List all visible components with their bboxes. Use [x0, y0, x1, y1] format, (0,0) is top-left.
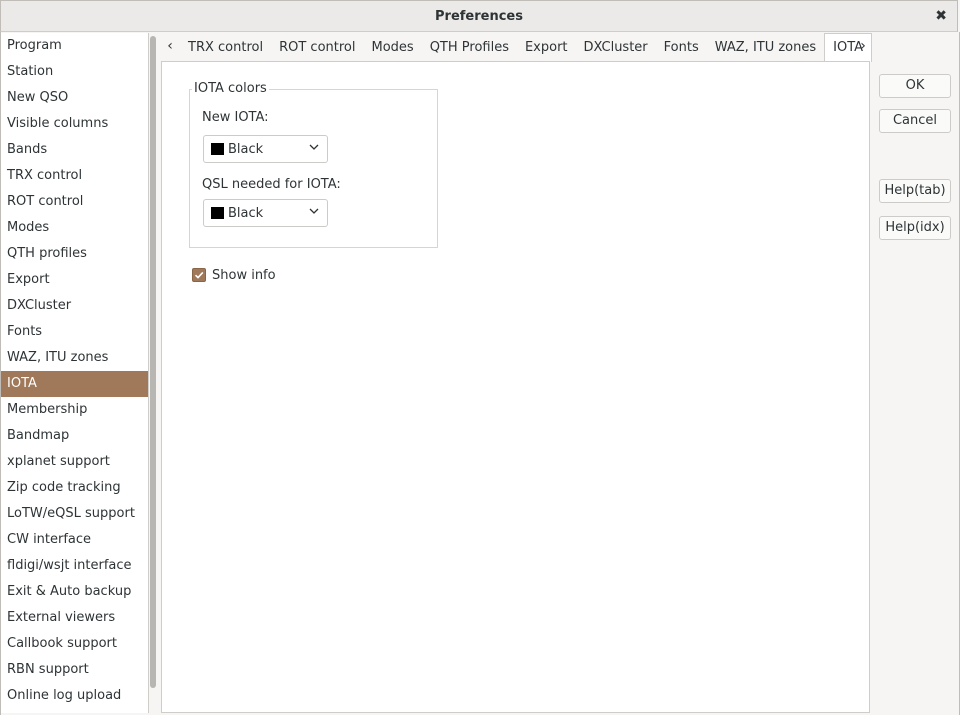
sidebar-item-zip-code-tracking[interactable]: Zip code tracking — [1, 475, 148, 501]
tab-qth-profiles[interactable]: QTH Profiles — [422, 33, 517, 61]
sidebar-item-lotw-eqsl-support[interactable]: LoTW/eQSL support — [1, 501, 148, 527]
sidebar-item-rot-control[interactable]: ROT control — [1, 189, 148, 215]
sidebar: Program Station New QSO Visible columns Band… — [1, 33, 149, 713]
tab-rot-control[interactable]: ROT control — [271, 33, 363, 61]
qsl-needed-iota-color-select[interactable]: Black — [203, 199, 328, 227]
qsl-needed-iota-color-value: Black — [228, 206, 264, 221]
tab-content-iota: IOTA colors New IOTA: Black QSL needed f… — [161, 61, 870, 713]
sidebar-item-callbook-support[interactable]: Callbook support — [1, 631, 148, 657]
chevron-down-icon — [309, 144, 319, 150]
tab-scroll-left-icon[interactable]: ‹ — [163, 37, 177, 57]
tab-waz-itu-zones[interactable]: WAZ, ITU zones — [707, 33, 824, 61]
sidebar-item-bandmap[interactable]: Bandmap — [1, 423, 148, 449]
sidebar-item-fldigi-wsjt-interface[interactable]: fldigi/wsjt interface — [1, 553, 148, 579]
sidebar-item-membership[interactable]: Membership — [1, 397, 148, 423]
tab-list: TRX control ROT control Modes QTH Profiles E… — [180, 33, 873, 62]
qsl-needed-iota-label: QSL needed for IOTA: — [202, 177, 341, 192]
tab-scroll-right-icon[interactable]: › — [856, 37, 870, 57]
show-info-checkbox[interactable] — [192, 268, 206, 282]
iota-colors-group-title: IOTA colors — [192, 81, 269, 96]
show-info-label[interactable]: Show info — [212, 268, 276, 283]
sidebar-item-fonts[interactable]: Fonts — [1, 319, 148, 345]
sidebar-item-station[interactable]: Station — [1, 59, 148, 85]
sidebar-item-rbn-support[interactable]: RBN support — [1, 657, 148, 683]
sidebar-item-dxcluster[interactable]: DXCluster — [1, 293, 148, 319]
tab-export[interactable]: Export — [517, 33, 576, 61]
chevron-down-icon — [309, 208, 319, 214]
sidebar-item-qth-profiles[interactable]: QTH profiles — [1, 241, 148, 267]
ok-button[interactable]: OK — [879, 74, 951, 98]
help-idx-button[interactable]: Help(idx) — [879, 216, 951, 240]
tab-fonts[interactable]: Fonts — [656, 33, 707, 61]
tab-dxcluster[interactable]: DXCluster — [576, 33, 656, 61]
cancel-button[interactable]: Cancel — [879, 109, 951, 133]
sidebar-item-program[interactable]: Program — [1, 33, 148, 59]
tab-bar: ‹ TRX control ROT control Modes QTH Profile… — [160, 33, 873, 62]
checkmark-icon — [194, 271, 204, 279]
sidebar-item-online-log-upload[interactable]: Online log upload — [1, 683, 148, 709]
tab-trx-control[interactable]: TRX control — [180, 33, 271, 61]
sidebar-item-cw-interface[interactable]: CW interface — [1, 527, 148, 553]
sidebar-item-external-viewers[interactable]: External viewers — [1, 605, 148, 631]
window-title: Preferences — [435, 9, 523, 24]
color-swatch — [211, 207, 224, 219]
tab-modes[interactable]: Modes — [363, 33, 421, 61]
sidebar-item-visible-columns[interactable]: Visible columns — [1, 111, 148, 137]
sidebar-item-trx-control[interactable]: TRX control — [1, 163, 148, 189]
help-tab-button[interactable]: Help(tab) — [879, 179, 951, 203]
new-iota-color-select[interactable]: Black — [203, 135, 328, 163]
new-iota-label: New IOTA: — [202, 110, 269, 125]
sidebar-scrollbar[interactable] — [150, 36, 156, 688]
sidebar-item-waz-itu-zones[interactable]: WAZ, ITU zones — [1, 345, 148, 371]
close-icon[interactable]: ✖ — [935, 8, 947, 24]
sidebar-item-export[interactable]: Export — [1, 267, 148, 293]
sidebar-item-exit-auto-backup[interactable]: Exit & Auto backup — [1, 579, 148, 605]
sidebar-item-new-qso[interactable]: New QSO — [1, 85, 148, 111]
sidebar-item-xplanet-support[interactable]: xplanet support — [1, 449, 148, 475]
sidebar-item-modes[interactable]: Modes — [1, 215, 148, 241]
title-bar: Preferences ✖ — [0, 0, 958, 32]
new-iota-color-value: Black — [228, 142, 264, 157]
sidebar-item-bands[interactable]: Bands — [1, 137, 148, 163]
sidebar-item-iota[interactable]: IOTA — [1, 371, 148, 397]
color-swatch — [211, 143, 224, 155]
